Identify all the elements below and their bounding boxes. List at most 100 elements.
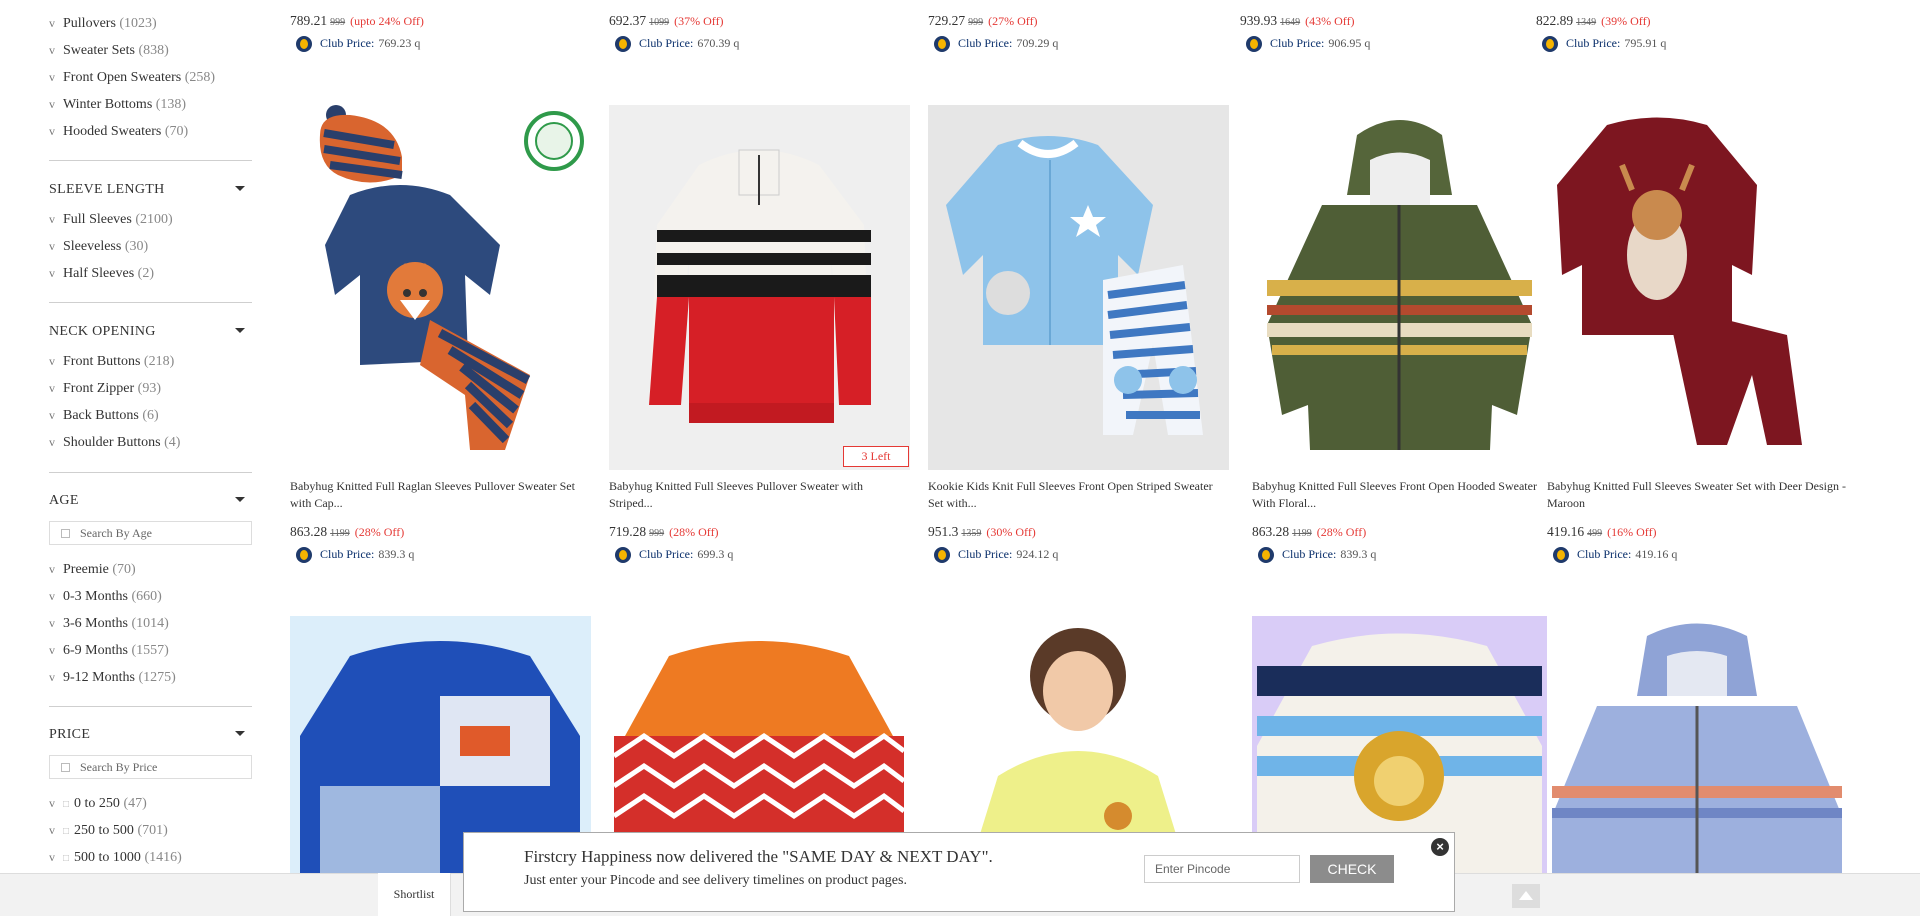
product-title[interactable]: Babyhug Knitted Full Sleeves Sweater Set…: [1547, 478, 1847, 512]
checkbox-icon: □: [63, 853, 70, 864]
club-logo-icon: [1246, 36, 1262, 53]
scroll-top-icon[interactable]: [1512, 884, 1540, 908]
filter-item-price-500-1000[interactable]: v □ 500 to 1000 (1416): [49, 850, 182, 866]
check-icon: v: [49, 796, 55, 810]
delivery-banner: Firstcry Happiness now delivered the "SA…: [463, 832, 1455, 912]
checkbox-icon: □: [63, 826, 70, 837]
filter-sidebar: v Pullovers (1023) v Sweater Sets (838) vF…: [0, 0, 285, 875]
filter-item-winter-bottoms[interactable]: v Winter Bottoms (138): [49, 97, 186, 113]
filter-heading-sleeve-length[interactable]: SLEEVE LENGTH: [49, 182, 165, 198]
check-icon: v: [49, 589, 55, 603]
check-icon: v: [49, 823, 55, 837]
product-image[interactable]: [1547, 616, 1848, 873]
filter-heading-age[interactable]: AGE: [49, 493, 79, 509]
club-logo-icon: [1553, 547, 1569, 564]
filter-item-hooded-sweaters[interactable]: v Hooded Sweaters (70): [49, 124, 188, 140]
check-icon: v: [49, 381, 55, 395]
club-price: Club Price: 839.3 q: [296, 547, 414, 564]
product-title[interactable]: Babyhug Knitted Full Raglan Sleeves Pull…: [290, 478, 590, 512]
price-row: 789.21 999 (upto 24% Off): [290, 13, 424, 28]
check-icon: v: [49, 408, 55, 422]
check-icon: v: [49, 643, 55, 657]
filter-item-back-buttons[interactable]: v Back Buttons (6): [49, 408, 159, 424]
price-row: 419.16 499 (16% Off): [1547, 524, 1657, 539]
filter-item-9-12-months[interactable]: v 9-12 Months (1275): [49, 670, 176, 686]
filter-item-price-250-500[interactable]: v □ 250 to 500 (701): [49, 823, 168, 839]
checkbox-icon: [61, 529, 70, 538]
product-title[interactable]: Babyhug Knitted Full Sleeves Front Open …: [1252, 478, 1552, 512]
club-logo-icon: [615, 36, 631, 53]
pincode-input[interactable]: Enter Pincode: [1144, 855, 1300, 883]
age-search-input[interactable]: Search By Age: [49, 521, 252, 545]
product-image[interactable]: 3 Left: [609, 105, 910, 470]
divider: [49, 472, 252, 473]
filter-item-6-9-months[interactable]: v 6-9 Months (1557): [49, 643, 169, 659]
filter-item-shoulder-buttons[interactable]: v Shoulder Buttons (4): [49, 435, 180, 451]
price-search-input[interactable]: Search By Price: [49, 755, 252, 779]
filter-heading-price[interactable]: PRICE: [49, 727, 90, 743]
product-image-fox-set: [319, 105, 584, 450]
filter-item-sleeveless[interactable]: v Sleeveless (30): [49, 239, 148, 255]
banner-headline: Firstcry Happiness now delivered the "SA…: [524, 847, 993, 866]
club-price: Club Price: 924.12 q: [934, 547, 1058, 564]
caret-down-icon[interactable]: [235, 186, 245, 191]
product-image-striped-pullover: [649, 149, 871, 423]
divider: [49, 160, 252, 161]
filter-item-front-open-sweaters[interactable]: v Front Open Sweaters (258): [49, 70, 215, 86]
price-row: 951.3 1359 (30% Off): [928, 524, 1036, 539]
product-image-green-hooded-sweater: [1267, 120, 1532, 450]
caret-down-icon[interactable]: [235, 497, 245, 502]
product-title[interactable]: Kookie Kids Knit Full Sleeves Front Open…: [928, 478, 1228, 512]
price-row: 939.93 1649 (43% Off): [1240, 13, 1355, 28]
filter-item-0-3-months[interactable]: v 0-3 Months (660): [49, 589, 162, 605]
price-row: 863.28 1199 (28% Off): [1252, 524, 1367, 539]
club-logo-icon: [615, 547, 631, 564]
check-icon: v: [49, 354, 55, 368]
filter-item-half-sleeves[interactable]: v Half Sleeves (2): [49, 266, 154, 282]
check-icon: v: [49, 850, 55, 864]
product-image[interactable]: [1547, 105, 1848, 470]
club-price: Club Price: 906.95 q: [1246, 36, 1370, 53]
club-price: Club Price: 795.91 q: [1542, 36, 1666, 53]
club-price: Club Price: 769.23 q: [296, 36, 420, 53]
product-image-lavender-hooded-sweater: [1552, 623, 1842, 873]
shortlist-tab[interactable]: Shortlist: [378, 873, 451, 916]
product-image[interactable]: [928, 105, 1229, 470]
product-image[interactable]: [1252, 105, 1547, 470]
checkbox-icon: [61, 763, 70, 772]
product-image[interactable]: [290, 105, 591, 470]
check-icon: v: [49, 670, 55, 684]
filter-item-pullovers[interactable]: v Pullovers (1023): [49, 16, 157, 32]
close-icon[interactable]: ×: [1431, 838, 1449, 856]
price-row: 692.37 1099 (37% Off): [609, 13, 724, 28]
product-image-blue-cardigan-set: [946, 136, 1203, 435]
filter-item-front-buttons[interactable]: v Front Buttons (218): [49, 354, 174, 370]
filter-item-preemie[interactable]: v Preemie (70): [49, 562, 136, 578]
club-logo-icon: [296, 547, 312, 564]
filter-heading-neck-opening[interactable]: NECK OPENING: [49, 324, 156, 340]
filter-item-3-6-months[interactable]: v 3-6 Months (1014): [49, 616, 169, 632]
club-price: Club Price: 699.3 q: [615, 547, 733, 564]
filter-item-full-sleeves[interactable]: v Full Sleeves (2100): [49, 212, 173, 228]
filter-item-price-0-250[interactable]: v □ 0 to 250 (47): [49, 796, 147, 812]
filter-item-sweater-sets[interactable]: v Sweater Sets (838): [49, 43, 169, 59]
club-logo-icon: [934, 36, 950, 53]
check-icon: v: [49, 43, 55, 57]
caret-down-icon[interactable]: [235, 328, 245, 333]
check-button[interactable]: CHECK: [1310, 855, 1394, 883]
check-icon: v: [49, 70, 55, 84]
club-logo-icon: [934, 547, 950, 564]
filter-item-front-zipper[interactable]: v Front Zipper (93): [49, 381, 161, 397]
caret-down-icon[interactable]: [235, 731, 245, 736]
check-icon: v: [49, 616, 55, 630]
price-row: 719.28 999 (28% Off): [609, 524, 719, 539]
club-logo-icon: [1542, 36, 1558, 53]
club-price: Club Price: 709.29 q: [934, 36, 1058, 53]
check-icon: v: [49, 239, 55, 253]
product-title[interactable]: Babyhug Knitted Full Sleeves Pullover Sw…: [609, 478, 909, 512]
check-icon: v: [49, 124, 55, 138]
stock-badge: 3 Left: [843, 446, 909, 467]
club-logo-icon: [1258, 547, 1274, 564]
check-icon: v: [49, 97, 55, 111]
divider: [49, 302, 252, 303]
